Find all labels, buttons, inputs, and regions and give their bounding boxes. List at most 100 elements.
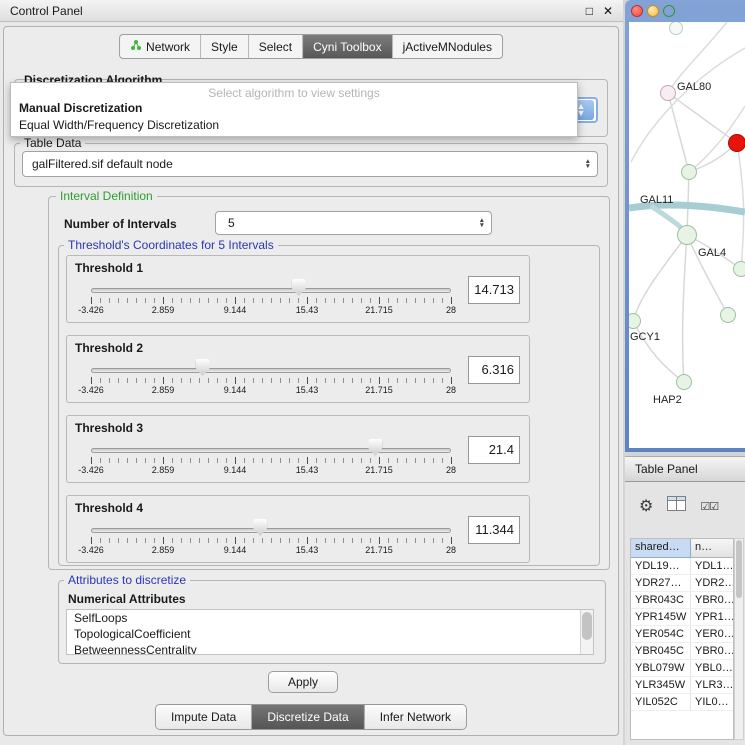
tab-impute-data[interactable]: Impute Data [156, 705, 251, 729]
table-row[interactable]: YER054CYER0… [631, 626, 733, 643]
slider-ticks [91, 298, 451, 303]
network-node-label: GAL11 [640, 194, 673, 206]
threshold-1-value-field[interactable]: 14.713 [468, 276, 520, 304]
slider-major-tick [451, 297, 452, 304]
column-header-shared-name[interactable]: shared… [631, 539, 691, 558]
tab-cyni-toolbox[interactable]: Cyni Toolbox [302, 35, 391, 58]
list-item[interactable]: BetweennessCentrality [67, 642, 593, 655]
slider-scale-label: -3.426 [78, 465, 104, 475]
slider-scale-label: 9.144 [224, 465, 247, 475]
network-node[interactable] [677, 225, 697, 245]
apply-button[interactable]: Apply [268, 671, 338, 693]
slider-track[interactable] [91, 448, 451, 453]
threshold-2-slider-thumb[interactable] [196, 359, 210, 376]
network-node-label: GCY1 [630, 331, 660, 343]
slider-track[interactable] [91, 528, 451, 533]
slider-track[interactable] [91, 288, 451, 293]
network-node[interactable] [728, 134, 745, 152]
tab-select[interactable]: Select [248, 35, 302, 58]
table-cell: YDL19… [631, 558, 691, 574]
table-row[interactable]: YLR345WYLR3… [631, 677, 733, 694]
list-item[interactable]: SelfLoops [67, 610, 593, 626]
threshold-2-slider[interactable]: -3.4262.8599.14415.4321.71528 [91, 336, 451, 404]
select-columns-icon[interactable]: ☑☑ [700, 500, 718, 513]
algorithm-popup: Select algorithm to view settings Manual… [10, 82, 578, 137]
numerical-attributes-list[interactable]: SelfLoopsTopologicalCoefficientBetweenne… [66, 609, 594, 655]
table-cell: YBR045C [631, 643, 691, 659]
table-cell: YPR1… [691, 609, 733, 625]
list-item[interactable]: TopologicalCoefficient [67, 626, 593, 642]
number-of-intervals-label: Number of Intervals [64, 217, 177, 231]
table-data-combo[interactable]: galFiltered.sif default node ▲▼ [22, 151, 598, 177]
slider-scale-label: 2.859 [152, 545, 175, 555]
float-window-icon[interactable]: □ [586, 4, 593, 18]
slider-major-tick [307, 457, 308, 464]
threshold-3-slider[interactable]: -3.4262.8599.14415.4321.71528 [91, 416, 451, 484]
slider-scale-label: 9.144 [224, 385, 247, 395]
columns-icon[interactable] [667, 496, 686, 516]
popup-item-manual-discretization[interactable]: Manual Discretization [11, 100, 577, 117]
threshold-3-value-field[interactable]: 21.4 [468, 436, 520, 464]
threshold-1-slider[interactable]: -3.4262.8599.14415.4321.71528 [91, 256, 451, 324]
minimize-traffic-light-icon[interactable] [647, 5, 659, 17]
number-of-intervals-combo[interactable]: 5 ▲▼ [215, 211, 492, 235]
slider-major-tick [307, 537, 308, 544]
threshold-3-slider-thumb[interactable] [368, 439, 382, 456]
scrollbar-thumb[interactable] [582, 612, 592, 640]
table-row[interactable]: YBL079WYBL0… [631, 660, 733, 677]
zoom-traffic-light-icon[interactable] [663, 5, 675, 17]
threshold-4-value-field[interactable]: 11.344 [468, 516, 520, 544]
control-panel: Control Panel □ ✕ Network Style Select C… [0, 0, 623, 745]
network-node[interactable] [676, 374, 692, 390]
slider-scale-label: 15.43 [296, 465, 319, 475]
attributes-list-scrollbar[interactable] [580, 610, 593, 654]
scrollbar-thumb[interactable] [736, 540, 742, 598]
table-row[interactable]: YDL19…YDL1… [631, 558, 733, 575]
slider-scale-label: -3.426 [78, 385, 104, 395]
threshold-4-panel: Threshold 4 -3.4262.8599.14415.4321.7152… [66, 495, 530, 563]
table-row[interactable]: YPR145WYPR1… [631, 609, 733, 626]
slider-major-tick [307, 377, 308, 384]
table-cell: YIL0… [691, 694, 733, 710]
close-traffic-light-icon[interactable] [631, 5, 643, 17]
tab-discretize-data[interactable]: Discretize Data [251, 705, 363, 729]
gear-icon[interactable]: ⚙ [639, 496, 653, 516]
slider-major-tick [163, 537, 164, 544]
slider-scale-label: -3.426 [78, 305, 104, 315]
tab-infer-network-label: Infer Network [380, 710, 451, 724]
threshold-2-value-field[interactable]: 6.316 [468, 356, 520, 384]
threshold-4-slider[interactable]: -3.4262.8599.14415.4321.71528 [91, 496, 451, 564]
slider-track[interactable] [91, 368, 451, 373]
threshold-1-slider-thumb[interactable] [292, 279, 306, 296]
network-node[interactable] [681, 164, 697, 180]
table-row[interactable]: YBR043CYBR0… [631, 592, 733, 609]
slider-scale-label: 2.859 [152, 385, 175, 395]
close-window-icon[interactable]: ✕ [603, 4, 613, 18]
tab-infer-network[interactable]: Infer Network [364, 705, 466, 729]
slider-major-tick [451, 377, 452, 384]
tab-style[interactable]: Style [200, 35, 248, 58]
control-panel-body: Network Style Select Cyni Toolbox jActiv… [3, 26, 619, 736]
threshold-4-slider-thumb[interactable] [253, 519, 267, 536]
tab-impute-data-label: Impute Data [171, 710, 236, 724]
table-row[interactable]: YDR27…YDR2… [631, 575, 733, 592]
slider-major-tick [307, 297, 308, 304]
column-header-name[interactable]: n… [691, 539, 733, 558]
interval-definition-group-title: Interval Definition [56, 189, 157, 203]
number-of-intervals-value: 5 [228, 216, 235, 230]
slider-scale-label: 9.144 [224, 305, 247, 315]
popup-item-equal-width[interactable]: Equal Width/Frequency Discretization [11, 117, 577, 134]
table-row[interactable]: YIL052CYIL0… [631, 694, 733, 711]
slider-major-tick [91, 297, 92, 304]
slider-major-tick [235, 297, 236, 304]
table-row[interactable]: YBR045CYBR0… [631, 643, 733, 660]
network-node[interactable] [720, 307, 736, 323]
tab-jactivemnodules[interactable]: jActiveMNodules [392, 35, 502, 58]
network-node[interactable] [660, 85, 676, 101]
table-scrollbar[interactable] [734, 538, 744, 740]
table-cell: YIL052C [631, 694, 691, 710]
slider-scale-label: 21.715 [365, 465, 393, 475]
tab-network[interactable]: Network [120, 35, 200, 58]
slider-scale-label: 9.144 [224, 545, 247, 555]
network-node[interactable] [733, 261, 745, 277]
